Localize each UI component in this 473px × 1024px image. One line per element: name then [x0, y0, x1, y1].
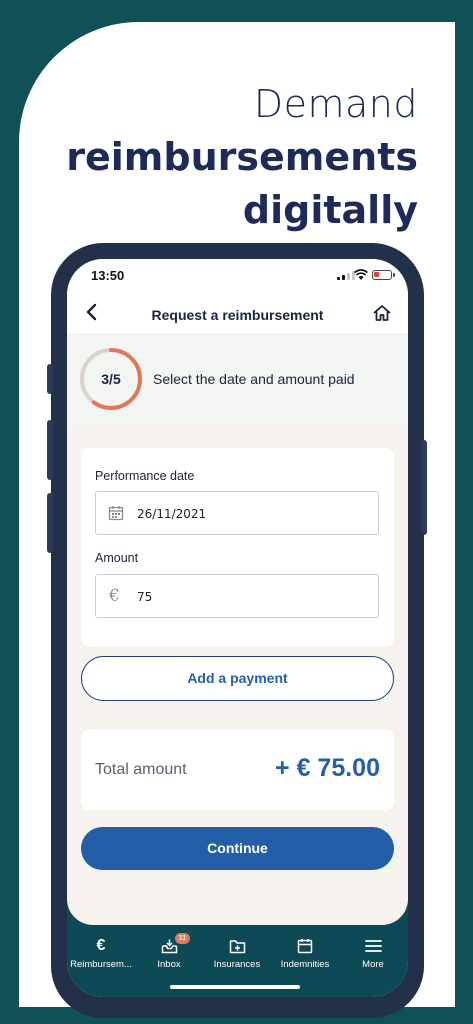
phone-side-button	[47, 364, 53, 394]
step-count: 3/5	[101, 371, 121, 387]
amount-field[interactable]: € 75	[95, 574, 379, 618]
phone-side-button	[47, 493, 53, 553]
headline-line-2: reimbursements	[66, 135, 418, 179]
calendar-icon	[108, 506, 124, 521]
amount-value: 75	[137, 590, 153, 604]
inbox-icon	[135, 937, 203, 955]
date-field[interactable]: 26/11/2021	[95, 491, 379, 535]
euro-icon: €	[109, 586, 120, 606]
amount-label: Amount	[95, 551, 139, 565]
calendar-icon	[271, 937, 339, 955]
continue-button[interactable]: Continue	[81, 827, 394, 870]
phone-side-button	[421, 440, 427, 535]
tab-label: Reimbursem...	[70, 959, 132, 970]
folder-icon	[203, 937, 271, 955]
nav-bar: Request a reimbursement	[67, 293, 408, 333]
tab-bar: € Reimbursem... 11 Inbox Insurances Inde…	[67, 899, 408, 997]
tabbar-curve	[67, 899, 408, 925]
total-value: + € 75.00	[275, 754, 380, 782]
battery-icon	[372, 270, 395, 280]
tab-label: Inbox	[157, 959, 181, 970]
inbox-badge: 11	[175, 933, 190, 944]
tab-label: Insurances	[213, 959, 261, 970]
status-time: 13:50	[91, 268, 125, 283]
total-card: Total amount + € 75.00	[81, 730, 394, 810]
headline-line-1: Demand	[253, 82, 418, 126]
tab-reimbursements[interactable]: € Reimbursem...	[67, 937, 135, 970]
reimbursement-form: Performance date 26/11/2021 Amount € 75	[81, 448, 394, 646]
tab-label: Indemnities	[280, 959, 330, 970]
date-value: 26/11/2021	[137, 507, 207, 521]
menu-icon	[339, 937, 407, 955]
status-bar: 13:50	[67, 259, 408, 293]
headline-line-3: digitally	[242, 188, 418, 232]
home-icon[interactable]	[372, 304, 392, 322]
tab-inbox[interactable]: 11 Inbox	[135, 933, 203, 970]
tab-insurances[interactable]: Insurances	[203, 937, 271, 970]
promo-headline: Demand reimbursements digitally	[66, 78, 418, 237]
step-label: Select the date and amount paid	[153, 371, 355, 387]
home-indicator	[170, 985, 300, 989]
tab-indemnities[interactable]: Indemnities	[271, 937, 339, 970]
app-screen: 13:50 Request a reimbursement 3/5 Select…	[67, 259, 408, 997]
tab-label: More	[362, 959, 384, 970]
page-title: Request a reimbursement	[151, 307, 324, 323]
step-indicator: 3/5 Select the date and amount paid	[67, 333, 408, 425]
date-label: Performance date	[95, 469, 195, 483]
wifi-icon	[354, 269, 368, 280]
euro-icon: €	[96, 937, 106, 954]
total-label: Total amount	[95, 761, 187, 778]
add-payment-button[interactable]: Add a payment	[81, 656, 394, 701]
phone-side-button	[47, 420, 53, 480]
signal-icon	[337, 271, 355, 280]
tab-more[interactable]: More	[339, 937, 407, 970]
